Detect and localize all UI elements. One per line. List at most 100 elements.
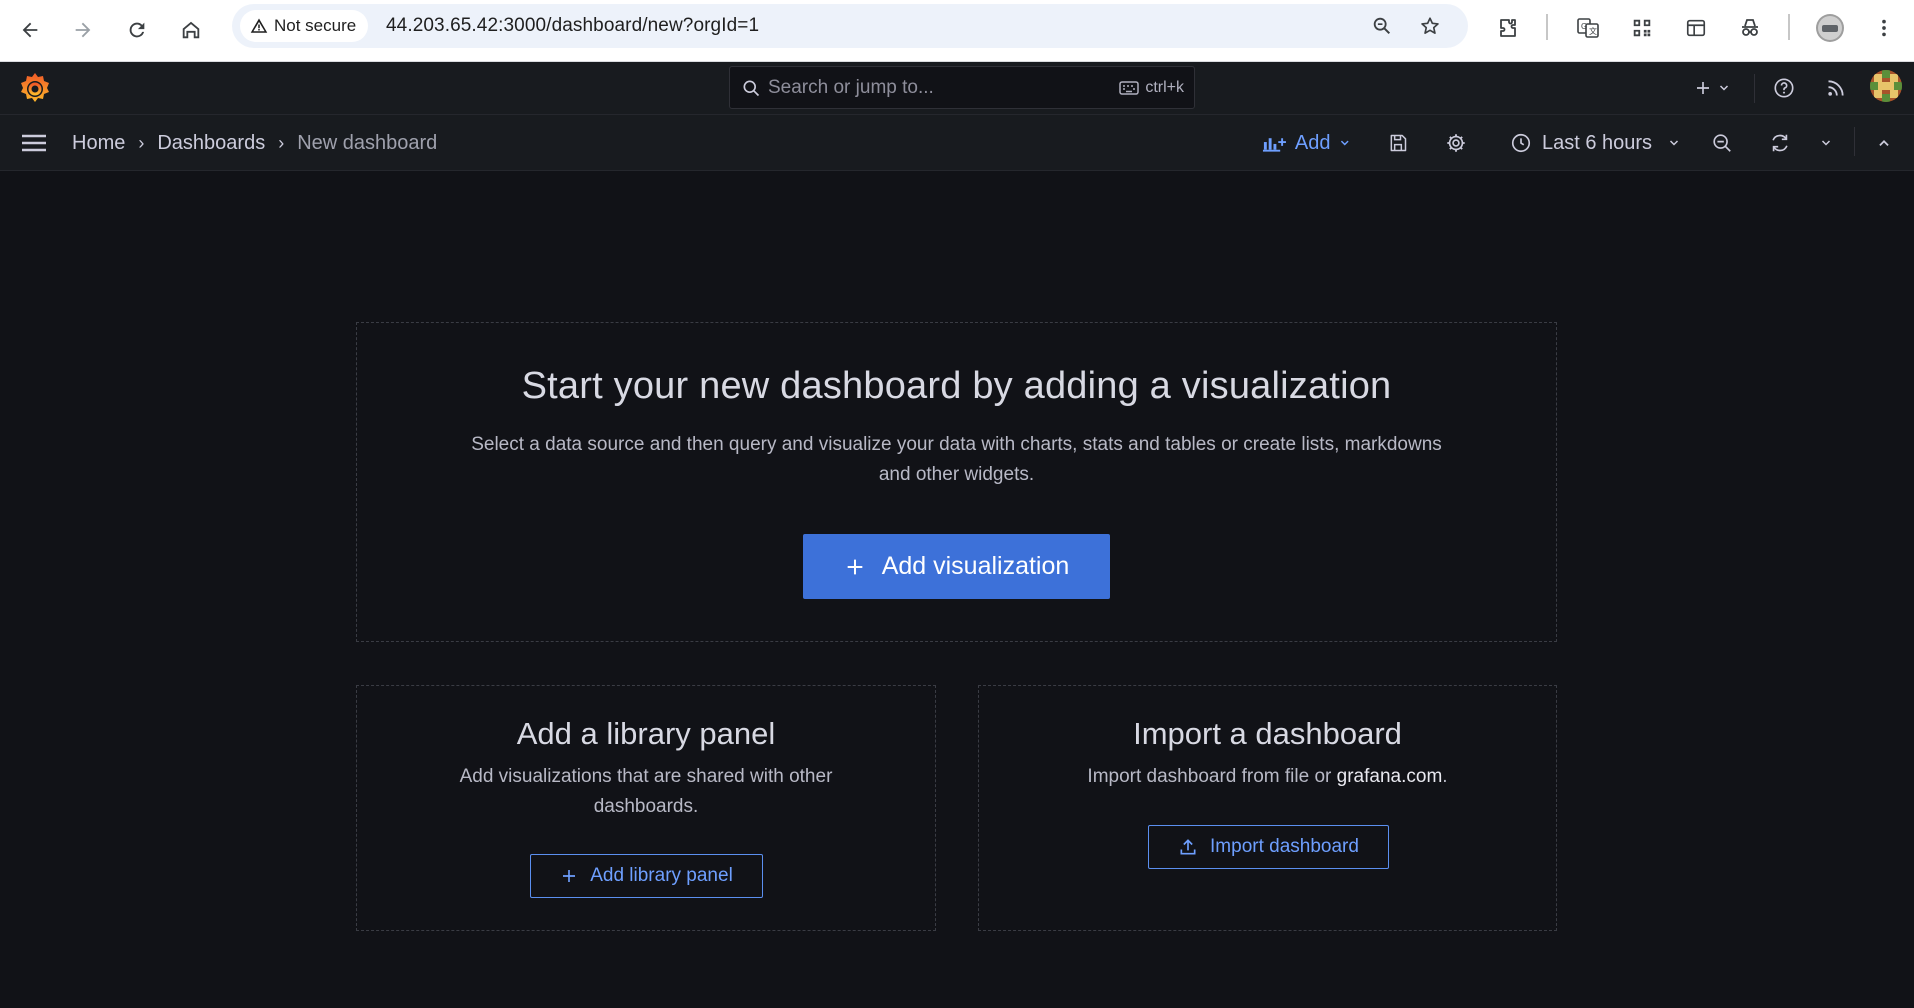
- profile-button[interactable]: [1812, 10, 1848, 46]
- empty-state-title: Start your new dashboard by adding a vis…: [521, 365, 1392, 407]
- forward-button[interactable]: [65, 12, 101, 48]
- add-panel-button[interactable]: Add: [1262, 125, 1350, 161]
- save-icon: [1390, 134, 1407, 152]
- add-visualization-button[interactable]: Add visualization: [803, 534, 1110, 599]
- breadcrumb-home[interactable]: Home: [72, 132, 125, 155]
- add-panel-icon: [1262, 138, 1286, 152]
- add-visualization-card: Start your new dashboard by adding a vis…: [356, 322, 1557, 642]
- incognito-button[interactable]: [1732, 10, 1768, 46]
- clock-icon: [1511, 133, 1531, 153]
- search-box[interactable]: Search or jump to... ctrl+k: [729, 66, 1195, 109]
- search-icon: [741, 78, 761, 98]
- grafana-com-link[interactable]: grafana.com: [1337, 766, 1443, 787]
- save-dashboard-button[interactable]: [1380, 125, 1416, 161]
- back-button[interactable]: [12, 12, 48, 48]
- security-chip[interactable]: Not secure: [240, 10, 369, 42]
- import-description-suffix: .: [1442, 766, 1448, 787]
- zoom-out-button[interactable]: [1704, 125, 1740, 161]
- import-dashboard-card: Import a dashboard Import dashboard from…: [978, 685, 1557, 931]
- profile-avatar-icon: [1816, 14, 1844, 42]
- user-avatar[interactable]: [1870, 70, 1902, 102]
- grafana-top-bar: Search or jump to... ctrl+k: [0, 62, 1914, 115]
- rss-icon: [1828, 80, 1844, 96]
- news-button[interactable]: [1820, 70, 1852, 106]
- import-description-text: Import dashboard from file or: [1087, 766, 1332, 787]
- time-range-picker[interactable]: Last 6 hours: [1500, 125, 1690, 161]
- import-dashboard-button[interactable]: Import dashboard: [1148, 825, 1389, 869]
- reload-icon: [129, 22, 145, 38]
- incognito-icon: [1742, 19, 1758, 36]
- add-library-panel-label: Add library panel: [590, 865, 733, 886]
- bookmark-button[interactable]: [1412, 8, 1448, 44]
- url-text[interactable]: 44.203.65.42:3000/dashboard/new?orgId=1: [386, 4, 759, 48]
- zoom-button[interactable]: [1364, 8, 1400, 44]
- extensions-button[interactable]: [1490, 10, 1526, 46]
- star-icon: [1421, 17, 1439, 34]
- qr-code-button[interactable]: [1624, 10, 1660, 46]
- home-icon: [182, 21, 200, 39]
- chevron-up-icon: [1879, 140, 1889, 146]
- breadcrumb-current: New dashboard: [297, 131, 438, 154]
- chevron-down-icon: [1670, 140, 1679, 146]
- security-label: Not secure: [274, 16, 357, 35]
- refresh-interval-dropdown[interactable]: [1814, 125, 1838, 161]
- avatar-icon: [1870, 70, 1902, 102]
- address-bar[interactable]: Not secure 44.203.65.42:3000/dashboard/n…: [232, 4, 1468, 48]
- collapse-header-button[interactable]: [1868, 125, 1900, 161]
- add-library-panel-button[interactable]: Add library panel: [530, 854, 763, 898]
- hamburger-icon: [22, 134, 46, 152]
- toolbar-divider: [1788, 14, 1790, 40]
- time-range-label: Last 6 hours: [1541, 131, 1653, 154]
- breadcrumb-dashboards[interactable]: Dashboards: [157, 132, 265, 155]
- plus-icon: [847, 559, 863, 574]
- translate-button[interactable]: G文: [1570, 10, 1606, 46]
- tab-layout-button[interactable]: [1678, 10, 1714, 46]
- breadcrumb: Home › Dashboards › New dashboard: [72, 115, 437, 171]
- plus-icon: [563, 870, 576, 882]
- gear-icon: [1447, 134, 1465, 152]
- empty-state-description: Select a data source and then query and …: [471, 434, 1442, 485]
- svg-text:G: G: [1581, 22, 1587, 31]
- reload-button[interactable]: [119, 12, 155, 48]
- search-placeholder: Search or jump to...: [768, 77, 934, 98]
- chevron-down-icon: [1340, 140, 1349, 146]
- library-panel-title: Add a library panel: [516, 716, 776, 751]
- layout-icon: [1686, 19, 1706, 37]
- add-label: Add: [1294, 131, 1331, 154]
- add-visualization-label: Add visualization: [881, 552, 1070, 580]
- refresh-button[interactable]: [1762, 125, 1798, 161]
- plus-icon: [1697, 82, 1709, 94]
- toolbar-divider: [1546, 14, 1548, 40]
- qr-code-icon: [1633, 19, 1651, 37]
- browser-menu-button[interactable]: [1866, 10, 1902, 46]
- translate-icon: G文: [1577, 18, 1599, 38]
- library-panel-description: Add visualizations that are shared with …: [459, 766, 833, 817]
- upload-icon: [1180, 839, 1196, 855]
- arrow-right-icon: [75, 22, 91, 38]
- more-vertical-icon: [1882, 19, 1886, 37]
- menu-toggle-button[interactable]: [20, 129, 48, 157]
- dashboard-nav-bar: Home › Dashboards › New dashboard Add La…: [0, 115, 1914, 171]
- browser-toolbar: Not secure 44.203.65.42:3000/dashboard/n…: [0, 0, 1914, 62]
- toolbar-divider: [1854, 127, 1855, 156]
- svg-text:文: 文: [1589, 26, 1597, 36]
- search-shortcut-label: ctrl+k: [1145, 78, 1184, 96]
- chevron-down-icon: [1821, 140, 1831, 146]
- dashboard-settings-button[interactable]: [1438, 125, 1474, 161]
- zoom-out-icon: [1713, 134, 1731, 152]
- magnifier-icon: [1373, 17, 1391, 35]
- home-button[interactable]: [173, 12, 209, 48]
- new-menu-button[interactable]: [1690, 70, 1734, 106]
- arrow-left-icon: [22, 22, 38, 38]
- breadcrumb-separator: ›: [138, 132, 145, 153]
- topbar-divider: [1754, 74, 1755, 103]
- breadcrumb-separator: ›: [278, 132, 285, 153]
- search-shortcut: ctrl+k: [1119, 67, 1184, 108]
- library-panel-card: Add a library panel Add visualizations t…: [356, 685, 936, 931]
- keyboard-icon: [1119, 80, 1140, 95]
- help-button[interactable]: [1768, 70, 1800, 106]
- grafana-logo-icon: [21, 73, 49, 102]
- grafana-logo[interactable]: [18, 71, 52, 105]
- refresh-icon: [1772, 134, 1788, 152]
- import-dashboard-title: Import a dashboard: [1133, 716, 1402, 751]
